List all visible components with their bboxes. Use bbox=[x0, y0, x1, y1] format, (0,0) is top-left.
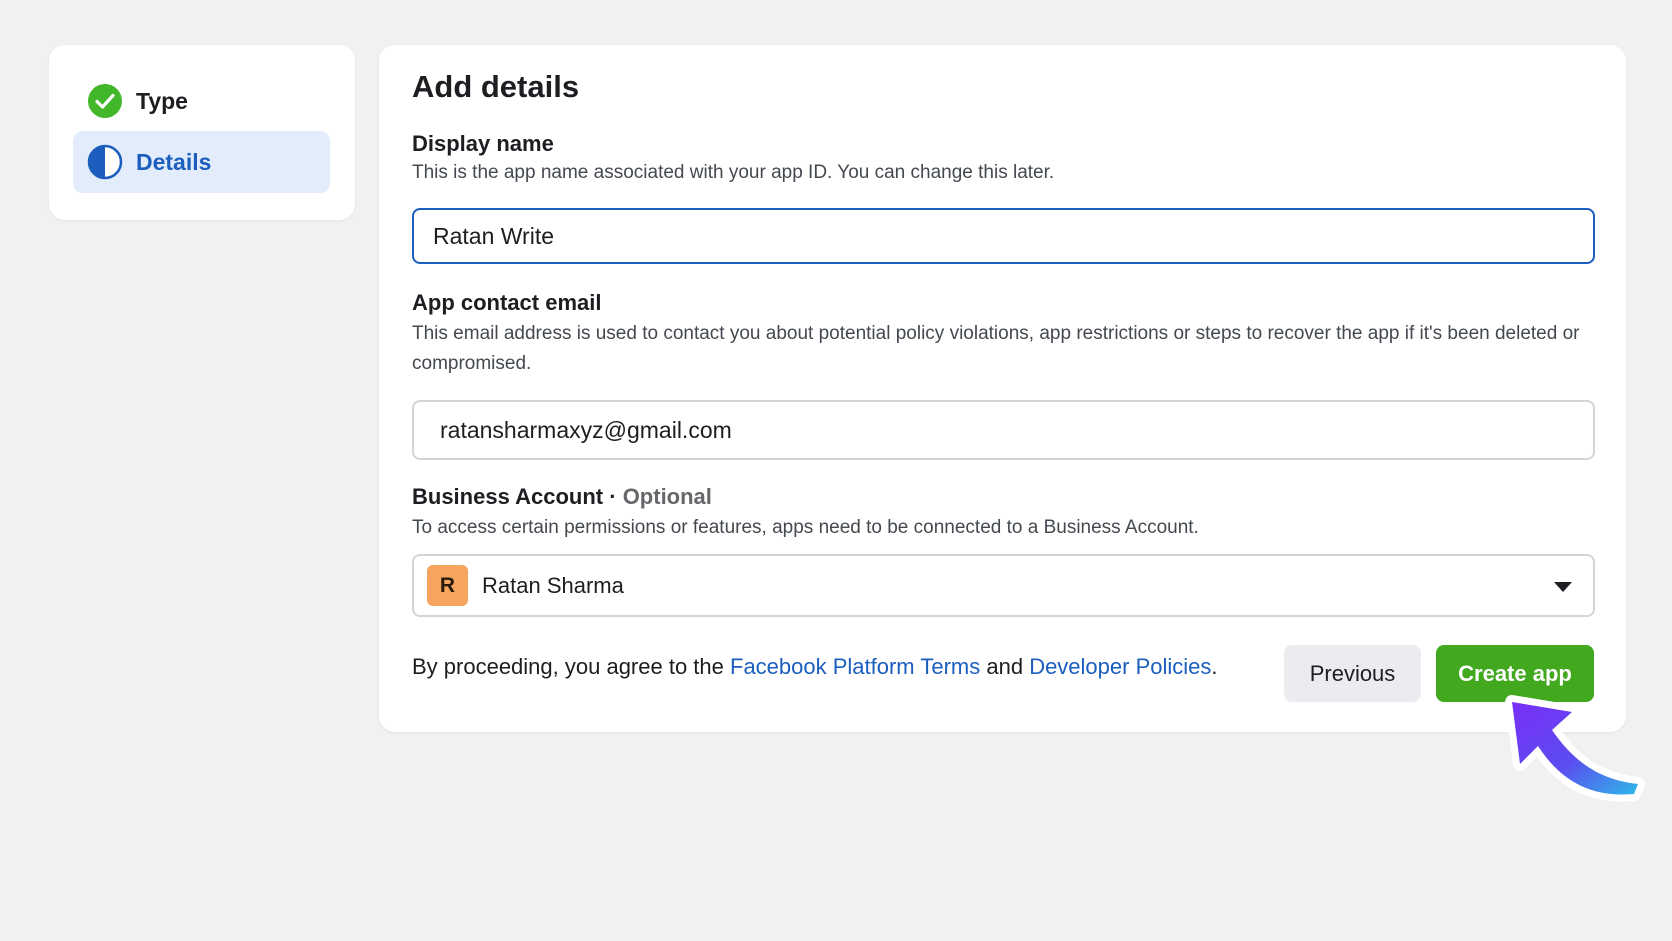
caret-down-icon bbox=[1553, 580, 1573, 598]
page-title: Add details bbox=[412, 69, 580, 104]
display-name-help: This is the app name associated with you… bbox=[412, 162, 1055, 183]
check-circle-icon bbox=[87, 83, 123, 119]
platform-terms-link[interactable]: Facebook Platform Terms bbox=[730, 654, 980, 679]
previous-button[interactable]: Previous bbox=[1284, 645, 1421, 702]
business-account-help: To access certain permissions or feature… bbox=[412, 517, 1199, 538]
steps-panel: Type Details bbox=[49, 45, 355, 220]
business-account-selected: Ratan Sharma bbox=[482, 572, 624, 598]
optional-tag: Optional bbox=[622, 484, 712, 509]
contact-email-input[interactable] bbox=[412, 400, 1595, 460]
half-circle-icon bbox=[87, 144, 123, 180]
developer-policies-link[interactable]: Developer Policies bbox=[1029, 654, 1211, 679]
terms-middle: and bbox=[980, 654, 1030, 679]
contact-email-help: This email address is used to contact yo… bbox=[412, 323, 1580, 374]
contact-email-label: App contact email bbox=[412, 290, 602, 315]
step-details[interactable]: Details bbox=[73, 131, 330, 193]
step-details-label: Details bbox=[136, 148, 212, 175]
business-account-label-text: Business Account bbox=[412, 484, 604, 509]
avatar: R bbox=[427, 565, 468, 606]
page: Type Details Add details Display name Th… bbox=[0, 0, 1672, 941]
display-name-label: Display name bbox=[412, 131, 554, 156]
label-separator: · bbox=[603, 484, 623, 509]
terms-text: By proceeding, you agree to the Facebook… bbox=[412, 654, 1218, 680]
step-type[interactable]: Type bbox=[73, 70, 330, 132]
business-account-label: Business Account · Optional bbox=[412, 484, 712, 510]
terms-prefix: By proceeding, you agree to the bbox=[412, 654, 730, 679]
step-type-label: Type bbox=[136, 87, 188, 114]
terms-suffix: . bbox=[1211, 654, 1218, 679]
display-name-input[interactable] bbox=[412, 208, 1595, 264]
details-form: Add details Display name This is the app… bbox=[379, 45, 1626, 732]
business-account-select[interactable]: R Ratan Sharma bbox=[412, 554, 1595, 617]
pointer-arrow-icon bbox=[1490, 690, 1650, 830]
